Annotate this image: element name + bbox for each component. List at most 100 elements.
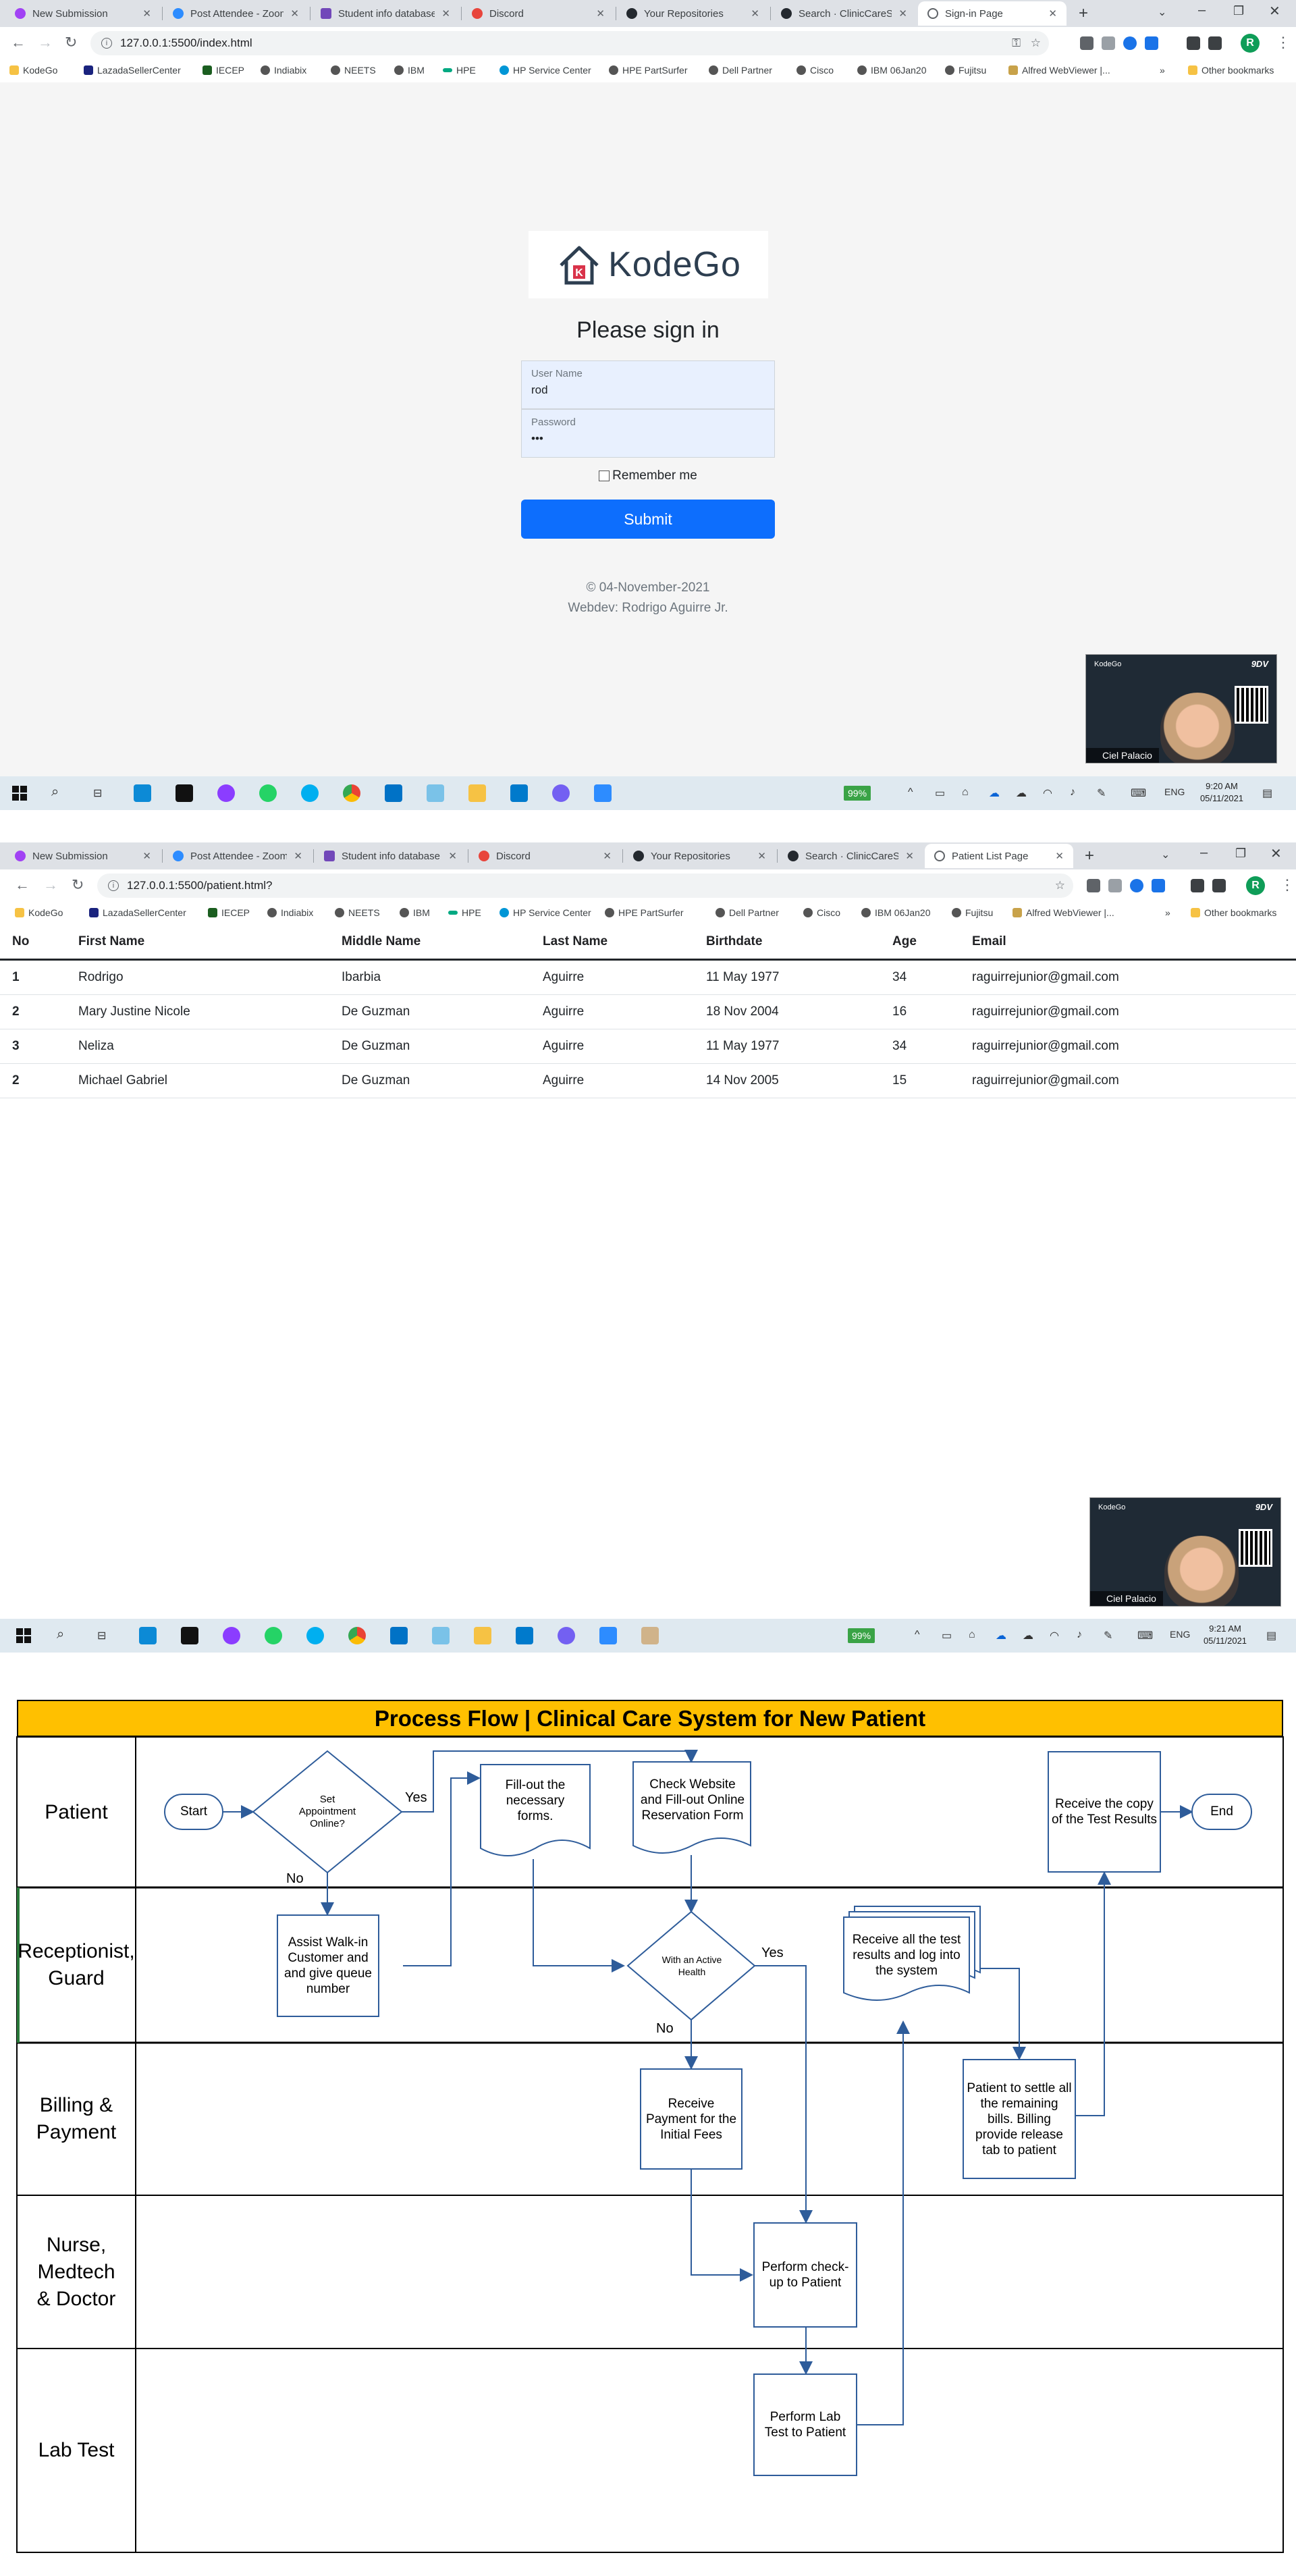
- bookmark-kodego[interactable]: KodeGo: [9, 65, 57, 76]
- close-icon[interactable]: ✕: [751, 7, 759, 20]
- address-bar[interactable]: i 127.0.0.1:5500/patient.html? ☆: [97, 874, 1073, 898]
- profile-avatar[interactable]: R: [1241, 34, 1260, 53]
- close-icon[interactable]: ✕: [1055, 850, 1064, 862]
- messenger-icon[interactable]: [223, 1627, 240, 1644]
- key-icon[interactable]: ⚿: [1012, 36, 1021, 50]
- search-icon[interactable]: ⌕: [57, 1627, 64, 1642]
- task-view-icon[interactable]: ⊟: [93, 786, 102, 800]
- address-bar[interactable]: i 127.0.0.1:5500/index.html ⚿ ☆: [90, 31, 1049, 55]
- extension-icon[interactable]: [1080, 36, 1094, 50]
- chevron-up-icon[interactable]: ^: [915, 1629, 920, 1641]
- volume-icon[interactable]: ♪: [1070, 786, 1075, 799]
- bookmark-iecep[interactable]: IECEP: [208, 907, 250, 918]
- bookmark-hpe-partsurfer[interactable]: HPE PartSurfer: [609, 65, 687, 76]
- tab-search-github[interactable]: Search · ClinicCareSy ✕: [778, 844, 923, 868]
- usb-icon[interactable]: ⌂: [969, 1629, 975, 1641]
- network-icon[interactable]: ▭: [942, 1629, 952, 1642]
- username-field[interactable]: User Name rod: [521, 360, 775, 409]
- media-icon[interactable]: [1208, 36, 1222, 50]
- app-icon[interactable]: [432, 1627, 450, 1644]
- close-window-icon[interactable]: ✕: [1269, 3, 1280, 20]
- close-icon[interactable]: ✕: [290, 7, 299, 20]
- skype-icon[interactable]: [301, 784, 319, 802]
- bookmark-lazada[interactable]: LazadaSellerCenter: [89, 907, 186, 918]
- usb-icon[interactable]: ⌂: [962, 786, 969, 799]
- bookmark-iecep[interactable]: IECEP: [202, 65, 244, 76]
- tab-your-repositories[interactable]: Your Repositories ✕: [617, 1, 769, 26]
- close-icon[interactable]: ✕: [448, 850, 457, 862]
- chevron-down-icon[interactable]: ⌄: [1161, 848, 1170, 861]
- chevron-right-icon[interactable]: »: [1165, 907, 1170, 918]
- notifications-icon[interactable]: ▤: [1262, 786, 1272, 800]
- back-icon[interactable]: ←: [11, 34, 26, 51]
- windows-start-icon[interactable]: [16, 1628, 31, 1643]
- close-icon[interactable]: ✕: [603, 850, 612, 862]
- close-icon[interactable]: ✕: [898, 7, 907, 20]
- wifi-icon[interactable]: ◠: [1050, 1629, 1059, 1642]
- profile-avatar[interactable]: R: [1246, 876, 1265, 895]
- back-icon[interactable]: ←: [15, 876, 30, 894]
- app-icon[interactable]: [139, 1627, 157, 1644]
- outlook-icon[interactable]: [385, 784, 402, 802]
- outlook-icon[interactable]: [390, 1627, 408, 1644]
- close-icon[interactable]: ✕: [142, 850, 151, 862]
- bookmark-hpe[interactable]: HPE: [443, 65, 476, 76]
- extension-icon[interactable]: [1102, 36, 1115, 50]
- bookmark-cisco[interactable]: Cisco: [796, 65, 834, 76]
- close-icon[interactable]: ✕: [294, 850, 302, 862]
- reload-icon[interactable]: ↻: [72, 876, 84, 894]
- chevron-down-icon[interactable]: ⌄: [1158, 5, 1166, 19]
- netflix-icon[interactable]: [181, 1627, 198, 1644]
- taskbar-clock[interactable]: 9:21 AM 05/11/2021: [1202, 1623, 1249, 1647]
- app-icon[interactable]: [134, 784, 151, 802]
- tab-post-attendee[interactable]: Post Attendee - Zoom ✕: [163, 1, 308, 26]
- restore-icon[interactable]: ❐: [1233, 4, 1244, 18]
- forward-icon[interactable]: →: [43, 876, 58, 894]
- viber-icon[interactable]: [558, 1627, 575, 1644]
- bookmark-other[interactable]: Other bookmarks: [1188, 65, 1274, 76]
- bookmark-indiabix[interactable]: Indiabix: [267, 907, 313, 918]
- keyboard-icon[interactable]: ⌨: [1137, 1629, 1153, 1642]
- new-tab-icon[interactable]: +: [1085, 847, 1094, 865]
- bookmark-dell[interactable]: Dell Partner: [716, 907, 779, 918]
- bookmark-hpe[interactable]: HPE: [448, 907, 481, 918]
- bookmark-neets[interactable]: NEETS: [335, 907, 380, 918]
- volume-icon[interactable]: ♪: [1077, 1629, 1082, 1641]
- extension-icon[interactable]: [1123, 36, 1137, 50]
- battery-indicator[interactable]: 99%: [848, 1628, 875, 1643]
- star-icon[interactable]: ☆: [1031, 36, 1041, 50]
- tab-student-info[interactable]: Student info database ✕: [311, 1, 460, 26]
- extension-icon[interactable]: [1108, 879, 1122, 892]
- task-view-icon[interactable]: ⊟: [97, 1629, 106, 1642]
- file-explorer-icon[interactable]: [468, 784, 486, 802]
- cloud-icon[interactable]: ☁: [1016, 786, 1027, 800]
- paint-icon[interactable]: [641, 1627, 659, 1644]
- extension-icon[interactable]: [1152, 879, 1165, 892]
- bookmark-neets[interactable]: NEETS: [331, 65, 376, 76]
- bookmark-alfred[interactable]: Alfred WebViewer |...: [1008, 65, 1110, 76]
- password-field[interactable]: Password •••: [521, 409, 775, 458]
- bookmark-ibm[interactable]: IBM: [394, 65, 425, 76]
- tab-student-info[interactable]: Student info database ✕: [315, 844, 466, 868]
- star-icon[interactable]: ☆: [1055, 879, 1065, 892]
- bookmark-alfred[interactable]: Alfred WebViewer |...: [1013, 907, 1114, 918]
- bookmark-cisco[interactable]: Cisco: [803, 907, 840, 918]
- tab-new-submission[interactable]: New Submission ✕: [5, 1, 161, 26]
- media-icon[interactable]: [1212, 879, 1226, 892]
- bookmark-hp-service[interactable]: HP Service Center: [500, 65, 591, 76]
- bookmark-hp-service[interactable]: HP Service Center: [500, 907, 591, 918]
- tab-discord[interactable]: Discord ✕: [469, 844, 621, 868]
- tab-patient-list-page[interactable]: Patient List Page ✕: [925, 844, 1073, 868]
- close-icon[interactable]: ✕: [1048, 7, 1057, 20]
- bookmark-ibm-06jan20[interactable]: IBM 06Jan20: [857, 65, 927, 76]
- search-icon[interactable]: ⌕: [51, 784, 59, 800]
- minimize-icon[interactable]: –: [1198, 3, 1206, 18]
- bookmark-ibm[interactable]: IBM: [400, 907, 430, 918]
- onedrive-icon[interactable]: ☁: [996, 1629, 1006, 1642]
- pen-icon[interactable]: ✎: [1104, 1629, 1112, 1642]
- bookmark-other[interactable]: Other bookmarks: [1191, 907, 1276, 918]
- cloud-icon[interactable]: ☁: [1023, 1629, 1033, 1642]
- keyboard-icon[interactable]: ⌨: [1131, 786, 1146, 800]
- puzzle-icon[interactable]: [1187, 36, 1200, 50]
- bookmark-fujitsu[interactable]: Fujitsu: [945, 65, 986, 76]
